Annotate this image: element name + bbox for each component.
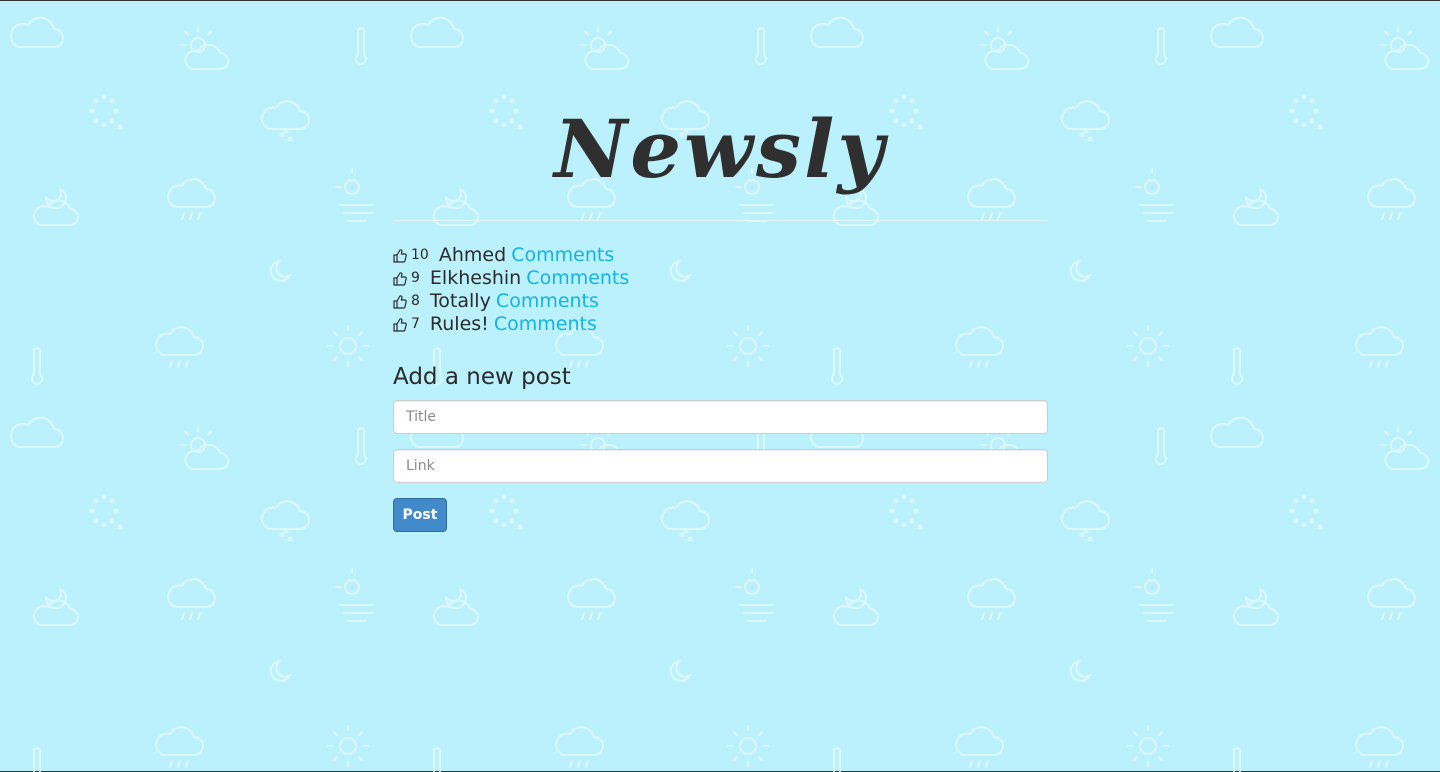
comments-link[interactable]: Comments [526,267,629,289]
add-post-heading: Add a new post [393,364,571,390]
thumbs-up-icon[interactable] [393,294,407,309]
post-item: 9 Elkheshin Comments [393,266,629,289]
vote-count: 7 [411,316,420,332]
link-input[interactable] [393,449,1048,483]
post-title: Elkheshin [429,267,522,289]
post-title: Totally [429,290,491,312]
comments-link[interactable]: Comments [494,313,597,335]
post-item: 8 Totally Comments [393,289,629,312]
post-item: 7 Rules! Comments [393,312,629,335]
post-title: Rules! [429,313,489,335]
vote-count: 9 [411,270,420,286]
vote-count: 10 [411,247,429,263]
post-button[interactable]: Post [393,498,447,532]
vote-count: 8 [411,293,420,309]
thumbs-up-icon[interactable] [393,317,407,332]
post-title: Ahmed [438,244,507,266]
post-item: 10 Ahmed Comments [393,243,629,266]
comments-link[interactable]: Comments [496,290,599,312]
title-divider [393,220,1048,221]
title-input[interactable] [393,400,1048,434]
comments-link[interactable]: Comments [511,244,614,266]
thumbs-up-icon[interactable] [393,271,407,286]
post-list: 10 Ahmed Comments 9 Elkheshin Comments 8 To… [393,243,629,335]
app-title: Newsly [554,102,887,196]
thumbs-up-icon[interactable] [393,248,407,263]
